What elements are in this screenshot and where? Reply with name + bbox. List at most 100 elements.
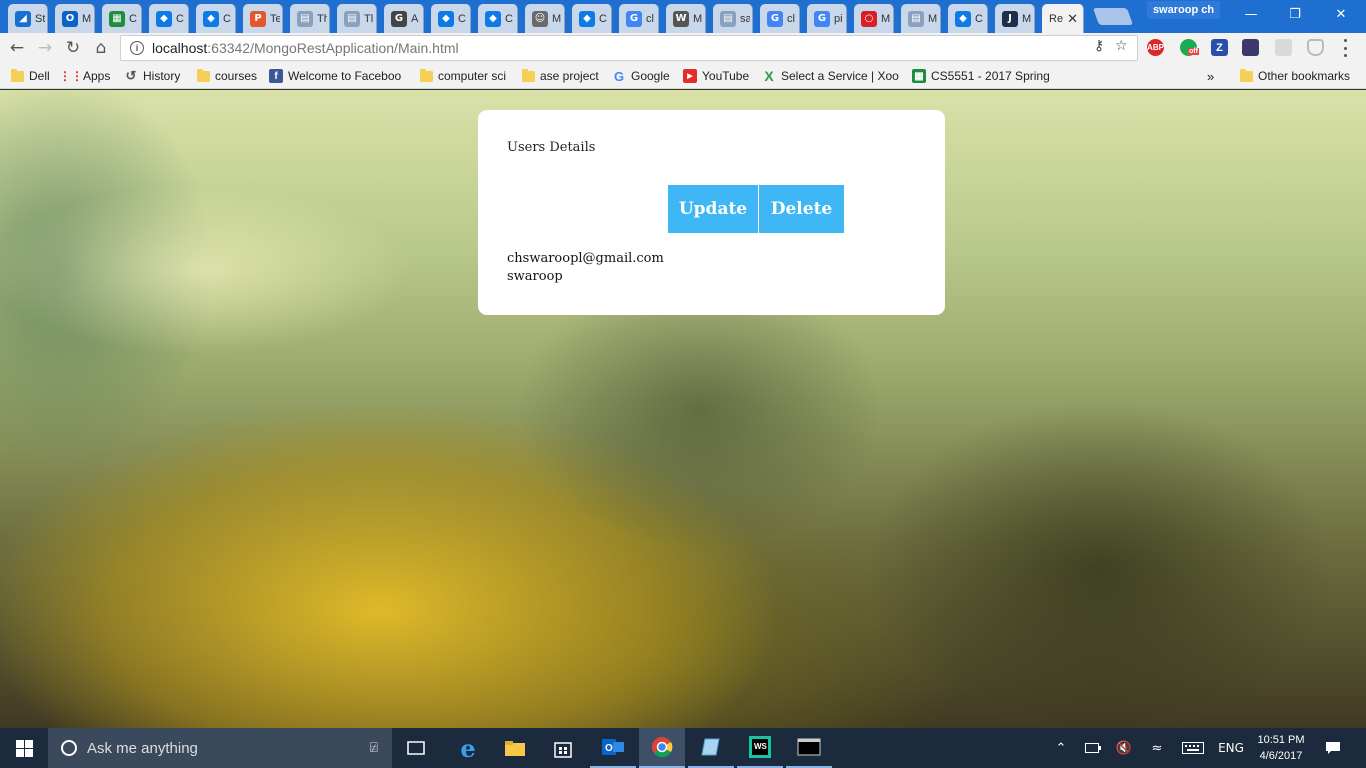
bookmark-label: Google — [631, 69, 670, 83]
tab-title: Th — [317, 12, 327, 25]
tab[interactable]: ▤ Tl — [337, 4, 377, 33]
home-icon[interactable]: ⌂ — [90, 37, 112, 59]
webstorm-icon[interactable]: WS — [737, 728, 783, 768]
bookmark-google[interactable]: G Google — [612, 67, 670, 85]
chrome-icon[interactable] — [639, 728, 685, 768]
address-bar[interactable]: i localhost:63342/MongoRestApplication/M… — [120, 35, 1138, 61]
bookmark-cs5551[interactable]: ▦ CS5551 - 2017 Spring — [912, 67, 1050, 85]
forward-arrow-icon[interactable]: → — [34, 37, 56, 59]
clock[interactable]: 10:51 PM 4/6/2017 — [1250, 732, 1312, 764]
extension-2-icon[interactable] — [1275, 39, 1292, 56]
tab-title: C — [599, 12, 607, 25]
edge-icon[interactable]: e — [445, 728, 491, 768]
bookmark-xoom[interactable]: X Select a Service | Xoo — [762, 67, 900, 85]
battery-icon[interactable] — [1082, 728, 1104, 768]
tab[interactable]: ◆ C — [478, 4, 518, 33]
cortana-search-box[interactable]: Ask me anything ⍯ — [48, 728, 392, 768]
bookmark-ase-project[interactable]: ase project — [522, 67, 599, 85]
new-tab-button[interactable] — [1092, 8, 1134, 25]
bookmark-label: Dell — [29, 69, 50, 83]
dropbox-favicon-icon: ◆ — [485, 10, 501, 27]
xoom-icon: X — [764, 68, 774, 84]
tab[interactable]: ◆ C — [572, 4, 612, 33]
tab[interactable]: ◆ C — [196, 4, 236, 33]
browser-menu-icon[interactable] — [1342, 39, 1348, 57]
start-button[interactable] — [0, 728, 48, 768]
tab-title: M — [552, 12, 562, 25]
tab[interactable]: Gcl — [760, 4, 800, 33]
file-explorer-icon[interactable] — [492, 728, 538, 768]
action-center-icon[interactable] — [1320, 728, 1346, 768]
outlook-icon[interactable]: O — [590, 728, 636, 768]
back-arrow-icon[interactable]: ← — [6, 37, 28, 59]
adblock-icon[interactable]: ABP — [1147, 39, 1164, 56]
restore-icon[interactable]: ❐ — [1272, 0, 1318, 28]
bookmark-facebook[interactable]: f Welcome to Faceboo — [269, 67, 407, 85]
dropbox-favicon-icon: ◆ — [438, 10, 454, 27]
update-button[interactable]: Update — [668, 185, 758, 233]
tab[interactable]: JM — [995, 4, 1035, 33]
close-window-icon[interactable]: ✕ — [1318, 0, 1364, 28]
j-logo-favicon-icon: J — [1002, 10, 1018, 27]
tab[interactable]: ▦ C — [102, 4, 142, 33]
tab[interactable]: ▤ Th — [290, 4, 330, 33]
reload-icon[interactable]: ↻ — [62, 37, 84, 59]
tab[interactable]: ◆ C — [149, 4, 189, 33]
wikipedia-favicon-icon: W — [673, 10, 689, 27]
extension-icon[interactable] — [1242, 39, 1259, 56]
show-hidden-icons-icon[interactable]: ⌃ — [1050, 728, 1072, 768]
star-icon[interactable]: ☆ — [1115, 38, 1128, 54]
tab[interactable]: ▤ sa — [713, 4, 753, 33]
doc-favicon-icon: ▤ — [720, 10, 736, 27]
other-bookmarks[interactable]: Other bookmarks — [1240, 67, 1350, 85]
language-indicator[interactable]: ENG — [1214, 728, 1248, 768]
tab[interactable]: ▤ M — [901, 4, 941, 33]
key-icon[interactable]: ⚷ — [1094, 38, 1104, 54]
p-logo-favicon-icon: P — [250, 10, 266, 27]
bookmark-youtube[interactable]: ▶ YouTube — [683, 67, 749, 85]
browser-tab-strip: ◢StOM▦C◆C◆CPTe▤Th▤TlGA◆C◆C☺M◆CGclWM▤saGc… — [0, 0, 1366, 33]
tab-title: cl — [787, 12, 795, 25]
grammarly-icon[interactable]: off — [1180, 39, 1199, 56]
tab[interactable]: Gcl — [619, 4, 659, 33]
tab[interactable]: ◢ St — [8, 4, 48, 33]
command-prompt-icon[interactable] — [786, 728, 832, 768]
store-icon[interactable] — [540, 728, 586, 768]
tab-active[interactable]: Re ✕ — [1042, 4, 1084, 33]
tab[interactable]: Gpi — [807, 4, 847, 33]
microphone-icon[interactable]: ⍯ — [370, 739, 378, 756]
minimize-icon[interactable]: — — [1228, 0, 1274, 28]
tab-title: A — [411, 12, 419, 25]
tab[interactable]: P Te — [243, 4, 283, 33]
keyboard-icon[interactable] — [1180, 728, 1206, 768]
shield-icon[interactable] — [1307, 39, 1324, 56]
tab[interactable]: GA — [384, 4, 424, 33]
tab[interactable]: ◆ C — [948, 4, 988, 33]
bookmark-computer-sci[interactable]: computer sci — [420, 67, 506, 85]
tab[interactable]: OM — [55, 4, 95, 33]
site-info-icon[interactable]: i — [130, 41, 144, 55]
bookmark-apps[interactable]: ⋮⋮ Apps — [64, 67, 110, 85]
bookmark-dell[interactable]: Dell — [11, 67, 50, 85]
delete-button[interactable]: Delete — [759, 185, 844, 233]
tab[interactable]: ○ M — [854, 4, 894, 33]
task-view-icon[interactable] — [393, 728, 439, 768]
notepad-app-icon[interactable] — [688, 728, 734, 768]
bookmark-history[interactable]: ↺ History — [124, 67, 181, 85]
tab[interactable]: ☺ M — [525, 4, 565, 33]
volume-muted-icon[interactable]: 🔇 — [1113, 728, 1135, 768]
dropbox-favicon-icon: ◆ — [955, 10, 971, 27]
grammarly-off-badge: off — [1188, 48, 1199, 55]
facebook-icon: f — [269, 69, 283, 83]
bookmarks-overflow-button[interactable]: » — [1207, 67, 1214, 85]
zotero-icon[interactable]: Z — [1211, 39, 1228, 56]
close-tab-icon[interactable]: ✕ — [1067, 11, 1078, 27]
tab[interactable]: WM — [666, 4, 706, 33]
wifi-icon[interactable]: ≈ — [1146, 728, 1168, 768]
bookmark-label: CS5551 - 2017 Spring — [931, 69, 1050, 83]
url-text[interactable]: localhost:63342/MongoRestApplication/Mai… — [152, 40, 459, 56]
bookmark-label: Other bookmarks — [1258, 69, 1351, 83]
tab[interactable]: ◆ C — [431, 4, 471, 33]
bookmark-courses[interactable]: courses — [197, 67, 257, 85]
profile-button[interactable]: swaroop ch — [1147, 1, 1220, 19]
